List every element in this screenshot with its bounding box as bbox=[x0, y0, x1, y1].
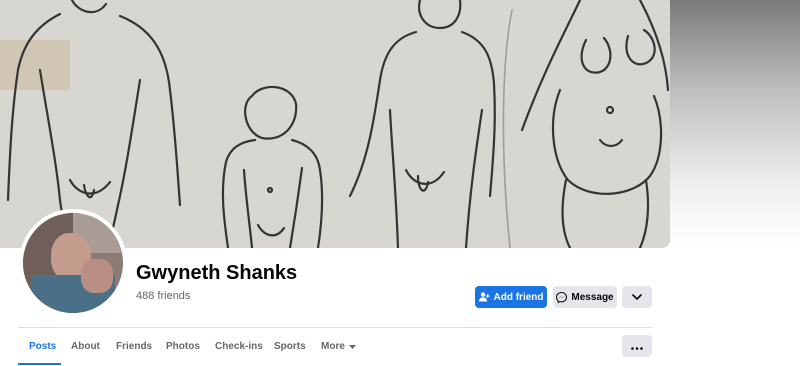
cover-photo[interactable] bbox=[0, 0, 670, 248]
message-button[interactable]: Message bbox=[553, 286, 617, 308]
tab-label: More bbox=[321, 341, 345, 352]
ellipsis-icon bbox=[631, 337, 643, 355]
tab-label: Sports bbox=[274, 341, 306, 352]
avatar[interactable] bbox=[23, 213, 123, 313]
tab-friends[interactable]: Friends bbox=[116, 329, 152, 364]
messenger-icon bbox=[556, 291, 568, 303]
tab-label: Friends bbox=[116, 341, 153, 352]
tab-more[interactable]: More bbox=[321, 329, 356, 364]
add-friend-label: Add friend bbox=[493, 291, 544, 303]
caret-down-icon bbox=[348, 344, 356, 349]
more-options-button[interactable] bbox=[622, 286, 652, 308]
header-divider bbox=[18, 327, 652, 328]
tab-photos[interactable]: Photos bbox=[166, 329, 200, 364]
tab-label: Posts bbox=[29, 341, 57, 352]
tab-label: Photos bbox=[166, 341, 200, 352]
chevron-down-icon bbox=[632, 292, 642, 303]
page-side-shadow bbox=[670, 0, 800, 250]
message-label: Message bbox=[571, 291, 614, 303]
tab-label: Check-ins bbox=[215, 341, 263, 352]
avatar-blur-block bbox=[81, 259, 113, 293]
profile-name: Gwyneth Shanks bbox=[136, 262, 298, 284]
tab-check-ins[interactable]: Check-ins bbox=[215, 329, 263, 364]
tab-about[interactable]: About bbox=[71, 329, 100, 364]
person-plus-icon bbox=[478, 292, 490, 302]
tab-label: About bbox=[71, 341, 100, 352]
add-friend-button[interactable]: Add friend bbox=[475, 286, 547, 308]
cover-drawing bbox=[0, 0, 670, 248]
tab-sports[interactable]: Sports bbox=[274, 329, 306, 364]
active-tab-indicator bbox=[18, 363, 61, 365]
friends-count[interactable]: 488 friends bbox=[136, 290, 190, 302]
tab-posts[interactable]: Posts bbox=[29, 329, 56, 364]
tab-overflow-button[interactable] bbox=[622, 335, 652, 357]
